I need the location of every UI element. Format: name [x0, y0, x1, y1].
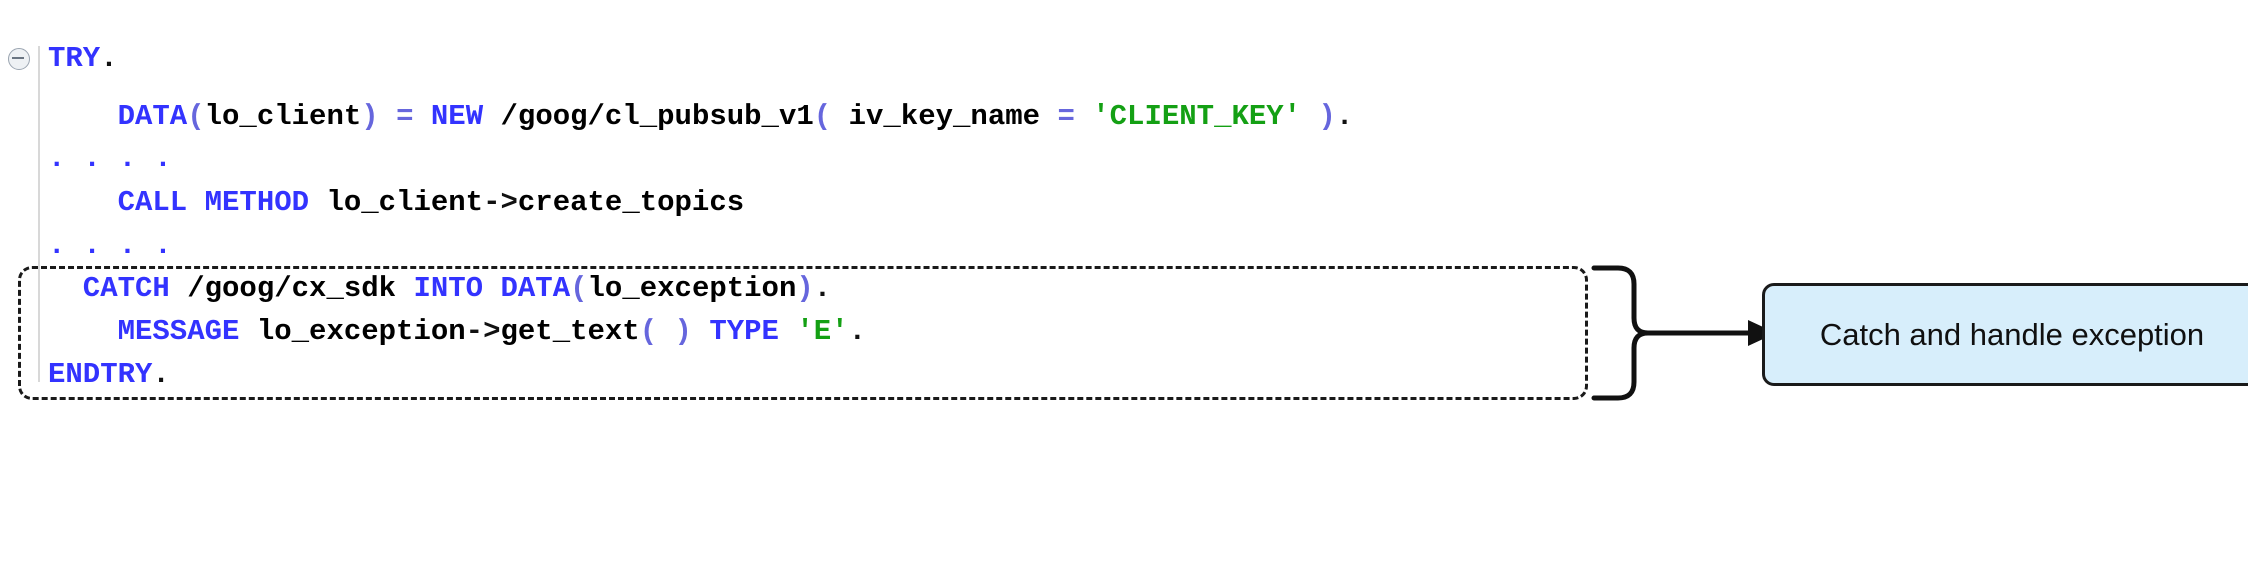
code-token: lo_client — [326, 186, 484, 219]
continuation-dots-row-2: .... — [48, 229, 190, 262]
code-token: ( ) — [639, 315, 692, 348]
brace-arrow-svg — [1591, 265, 1776, 401]
annotation-callout-label: Catch and handle exception — [1819, 316, 2205, 352]
continuation-dots-row-1: .... — [48, 142, 190, 175]
code-token: TRY — [48, 42, 101, 75]
code-token: ) — [361, 100, 379, 133]
screenshot-canvas: TRY. DATA(lo_client) = NEW /goog/cl_pubsu… — [0, 0, 2248, 566]
code-token: CALL — [117, 186, 188, 219]
code-token: iv_key_name — [831, 100, 1058, 133]
code-token: -> — [465, 315, 501, 348]
code-token: 'E' — [796, 315, 849, 348]
line-catch[interactable]: CATCH /goog/cx_sdk INTO DATA(lo_exceptio… — [83, 272, 831, 306]
code-token: ENDTRY — [48, 358, 153, 391]
code-token: ( — [570, 272, 588, 305]
code-token: METHOD — [204, 186, 310, 219]
code-token: MESSAGE — [117, 315, 240, 348]
line-try[interactable]: TRY. — [48, 42, 118, 76]
code-token: lo_exception — [256, 315, 466, 348]
brace-arrow-connector — [1586, 258, 1786, 408]
gutter-rule — [38, 46, 40, 382]
line-data-new[interactable]: DATA(lo_client) = NEW /goog/cl_pubsub_v1… — [118, 100, 1354, 134]
code-token: lo_client — [204, 100, 362, 133]
code-token: = — [396, 100, 414, 133]
code-token: . — [100, 42, 118, 75]
code-token: INTO — [413, 272, 484, 305]
curly-brace-icon — [1591, 265, 1651, 401]
code-token: NEW — [430, 100, 484, 133]
code-token: ) — [1318, 100, 1336, 133]
annotation-callout-box: Catch and handle exception — [1762, 283, 2248, 386]
code-token: = — [1057, 100, 1075, 133]
line-call-method[interactable]: CALL METHOD lo_client->create_topics — [118, 186, 745, 220]
code-token: ) — [796, 272, 814, 305]
line-endtry[interactable]: ENDTRY. — [48, 358, 170, 392]
code-token: 'CLIENT_KEY' — [1092, 100, 1302, 133]
code-token: lo_exception — [587, 272, 797, 305]
code-token: CATCH — [82, 272, 170, 305]
collapse-minus-icon[interactable] — [8, 48, 30, 70]
code-token: DATA — [500, 272, 571, 305]
code-token: ( — [187, 100, 205, 133]
code-token: . — [813, 272, 832, 305]
code-token: get_text — [500, 315, 640, 348]
code-token: . — [1335, 100, 1354, 133]
code-token: TYPE — [709, 315, 779, 348]
code-token: -> — [483, 186, 518, 219]
line-message[interactable]: MESSAGE lo_exception->get_text( ) TYPE '… — [118, 315, 866, 349]
code-token: DATA — [117, 100, 188, 133]
code-token: . — [152, 358, 170, 391]
code-token: /goog/cl_pubsub_v1 — [500, 100, 814, 133]
code-token: create_topics — [517, 186, 745, 219]
code-token: . — [848, 315, 866, 348]
code-token: /goog/cx_sdk — [187, 272, 397, 305]
code-editor[interactable]: TRY. DATA(lo_client) = NEW /goog/cl_pubsu… — [0, 0, 1700, 430]
code-token: ( — [813, 100, 832, 133]
